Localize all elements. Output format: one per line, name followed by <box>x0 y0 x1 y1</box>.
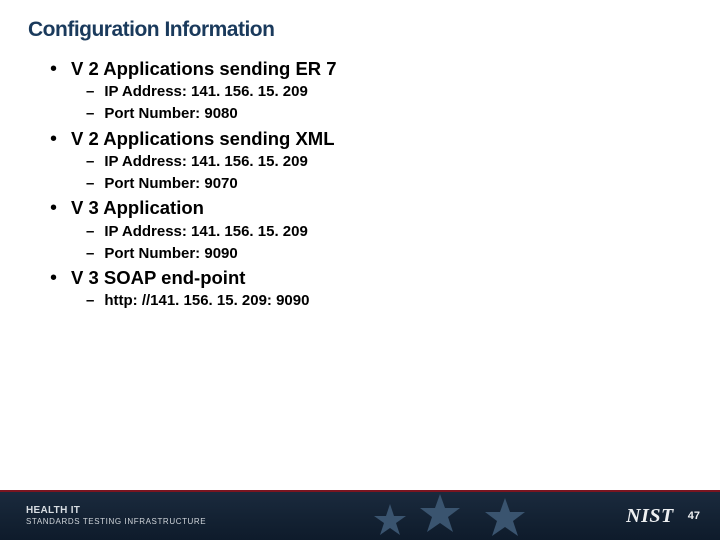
bullet-level2: – http: //141. 156. 15. 209: 9090 <box>86 291 720 311</box>
stars-decoration <box>370 490 590 540</box>
section-item: http: //141. 156. 15. 209: 9090 <box>104 291 309 311</box>
bullet-dot-icon: • <box>50 58 57 80</box>
section-item: Port Number: 9070 <box>104 174 237 194</box>
footer-right: NIST 47 <box>626 505 700 528</box>
bullet-level2: – Port Number: 9070 <box>86 174 720 194</box>
footer: HEALTH IT STANDARDS TESTING INFRASTRUCTU… <box>0 490 720 540</box>
section-item: Port Number: 9090 <box>104 244 237 264</box>
brand-line1: HEALTH IT <box>26 506 206 517</box>
footer-brand: HEALTH IT STANDARDS TESTING INFRASTRUCTU… <box>26 506 206 527</box>
section-heading: V 2 Applications sending ER 7 <box>71 58 337 80</box>
bullet-level1: • V 2 Applications sending XML <box>50 128 720 150</box>
section-item: IP Address: 141. 156. 15. 209 <box>104 152 307 172</box>
slide-content: • V 2 Applications sending ER 7 – IP Add… <box>0 42 720 312</box>
section: • V 2 Applications sending XML – IP Addr… <box>50 128 720 195</box>
bullet-level1: • V 3 SOAP end-point <box>50 267 720 289</box>
bullet-dash-icon: – <box>86 291 94 311</box>
bullet-dash-icon: – <box>86 222 94 242</box>
bullet-level2: – Port Number: 9090 <box>86 244 720 264</box>
bullet-dot-icon: • <box>50 197 57 219</box>
section-item: IP Address: 141. 156. 15. 209 <box>104 82 307 102</box>
section-item: IP Address: 141. 156. 15. 209 <box>104 222 307 242</box>
bullet-dash-icon: – <box>86 174 94 194</box>
bullet-dot-icon: • <box>50 128 57 150</box>
section-heading: V 2 Applications sending XML <box>71 128 334 150</box>
bullet-level2: – Port Number: 9080 <box>86 104 720 124</box>
bullet-dash-icon: – <box>86 82 94 102</box>
section-heading: V 3 SOAP end-point <box>71 267 245 289</box>
section: • V 3 SOAP end-point – http: //141. 156.… <box>50 267 720 311</box>
bullet-level1: • V 2 Applications sending ER 7 <box>50 58 720 80</box>
section: • V 3 Application – IP Address: 141. 156… <box>50 197 720 264</box>
bullet-level2: – IP Address: 141. 156. 15. 209 <box>86 152 720 172</box>
bullet-level1: • V 3 Application <box>50 197 720 219</box>
slide: Configuration Information • V 2 Applicat… <box>0 0 720 540</box>
bullet-dash-icon: – <box>86 104 94 124</box>
bullet-dash-icon: – <box>86 244 94 264</box>
slide-title: Configuration Information <box>0 0 720 42</box>
bullet-level2: – IP Address: 141. 156. 15. 209 <box>86 222 720 242</box>
section-item: Port Number: 9080 <box>104 104 237 124</box>
brand-line2: STANDARDS TESTING INFRASTRUCTURE <box>26 518 206 526</box>
bullet-dot-icon: • <box>50 267 57 289</box>
section-heading: V 3 Application <box>71 197 204 219</box>
section: • V 2 Applications sending ER 7 – IP Add… <box>50 58 720 125</box>
nist-logo: NIST <box>626 505 674 528</box>
bullet-level2: – IP Address: 141. 156. 15. 209 <box>86 82 720 102</box>
bullet-dash-icon: – <box>86 152 94 172</box>
page-number: 47 <box>688 510 700 522</box>
